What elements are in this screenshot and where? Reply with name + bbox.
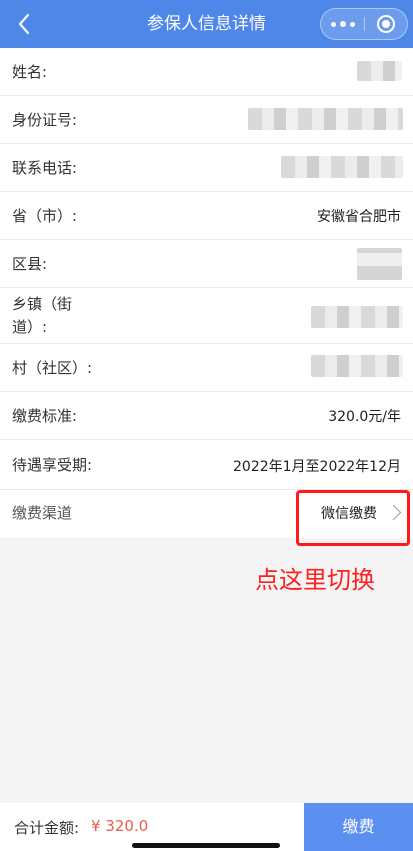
annotation-text: 点这里切换	[255, 566, 375, 594]
more-dots-icon[interactable]	[321, 9, 364, 39]
navbar: 参保人信息详情	[0, 0, 413, 48]
field-label: 村（社区）:	[12, 359, 93, 377]
highlight-box	[296, 490, 410, 546]
masked-value	[248, 108, 403, 130]
field-value: 320.0元/年	[328, 409, 401, 425]
total-value: ¥ 320.0	[91, 817, 149, 835]
field-label: 待遇享受期:	[12, 456, 93, 474]
masked-value	[357, 61, 402, 81]
target-circle-icon[interactable]	[365, 9, 408, 39]
info-list: 姓名: 身份证号: 联系电话: 省（市）: 安徽省合肥市 区县: 乡镇（街 道）…	[0, 48, 413, 538]
pay-button[interactable]: 缴费	[304, 803, 413, 851]
field-label: 姓名:	[12, 63, 48, 81]
field-label: 乡镇（街	[12, 295, 73, 313]
home-indicator	[132, 843, 280, 848]
field-benefit-period: 待遇享受期: 2022年1月至2022年12月	[0, 440, 413, 490]
total-label: 合计金额:	[14, 819, 80, 837]
field-phone: 联系电话:	[0, 144, 413, 192]
field-village: 村（社区）:	[0, 344, 413, 392]
field-town: 乡镇（街 道）:	[0, 288, 413, 344]
field-fee-standard: 缴费标准: 320.0元/年	[0, 392, 413, 440]
field-label: 缴费标准:	[12, 407, 78, 425]
masked-value	[311, 355, 403, 377]
masked-value	[311, 306, 403, 328]
masked-value	[357, 248, 402, 280]
field-district: 区县:	[0, 240, 413, 288]
field-value: 安徽省合肥市	[317, 209, 401, 225]
masked-value	[281, 156, 403, 178]
field-label: 身份证号:	[12, 111, 78, 129]
field-name: 姓名:	[0, 48, 413, 96]
mini-program-capsule	[320, 8, 408, 40]
field-label: 省（市）:	[12, 207, 78, 225]
field-label: 道）:	[12, 318, 48, 336]
field-id-number: 身份证号:	[0, 96, 413, 144]
field-label: 缴费渠道	[12, 504, 73, 522]
field-label: 联系电话:	[12, 159, 78, 177]
field-label: 区县:	[12, 255, 48, 273]
field-province: 省（市）: 安徽省合肥市	[0, 192, 413, 240]
field-value: 2022年1月至2022年12月	[233, 459, 401, 475]
